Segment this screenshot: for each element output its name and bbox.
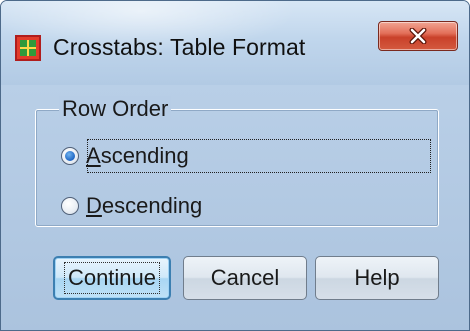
radio-descending[interactable]: Descending [61,188,206,224]
crosstabs-table-format-dialog: Crosstabs: Table Format Row Order Ascend… [0,0,470,331]
title-bar[interactable]: Crosstabs: Table Format [1,1,469,85]
focus-rectangle [87,139,431,173]
dialog-body: Row Order Ascending Descending Continue … [1,85,469,330]
radio-label-descending[interactable]: Descending [86,190,206,222]
window-title: Crosstabs: Table Format [53,34,306,60]
close-x-icon [409,28,427,44]
cancel-button[interactable]: Cancel [183,256,307,300]
radio-button-descending[interactable] [61,197,79,215]
radio-button-ascending[interactable] [61,147,79,165]
help-button[interactable]: Help [315,256,439,300]
cancel-button-label: Cancel [210,265,280,290]
continue-button-label: Continue [63,262,161,294]
row-order-legend: Row Order [59,96,172,122]
continue-button[interactable]: Continue [53,256,171,300]
spss-crosstabs-icon [15,35,41,61]
help-button-label: Help [354,265,400,290]
close-button[interactable] [378,21,458,51]
